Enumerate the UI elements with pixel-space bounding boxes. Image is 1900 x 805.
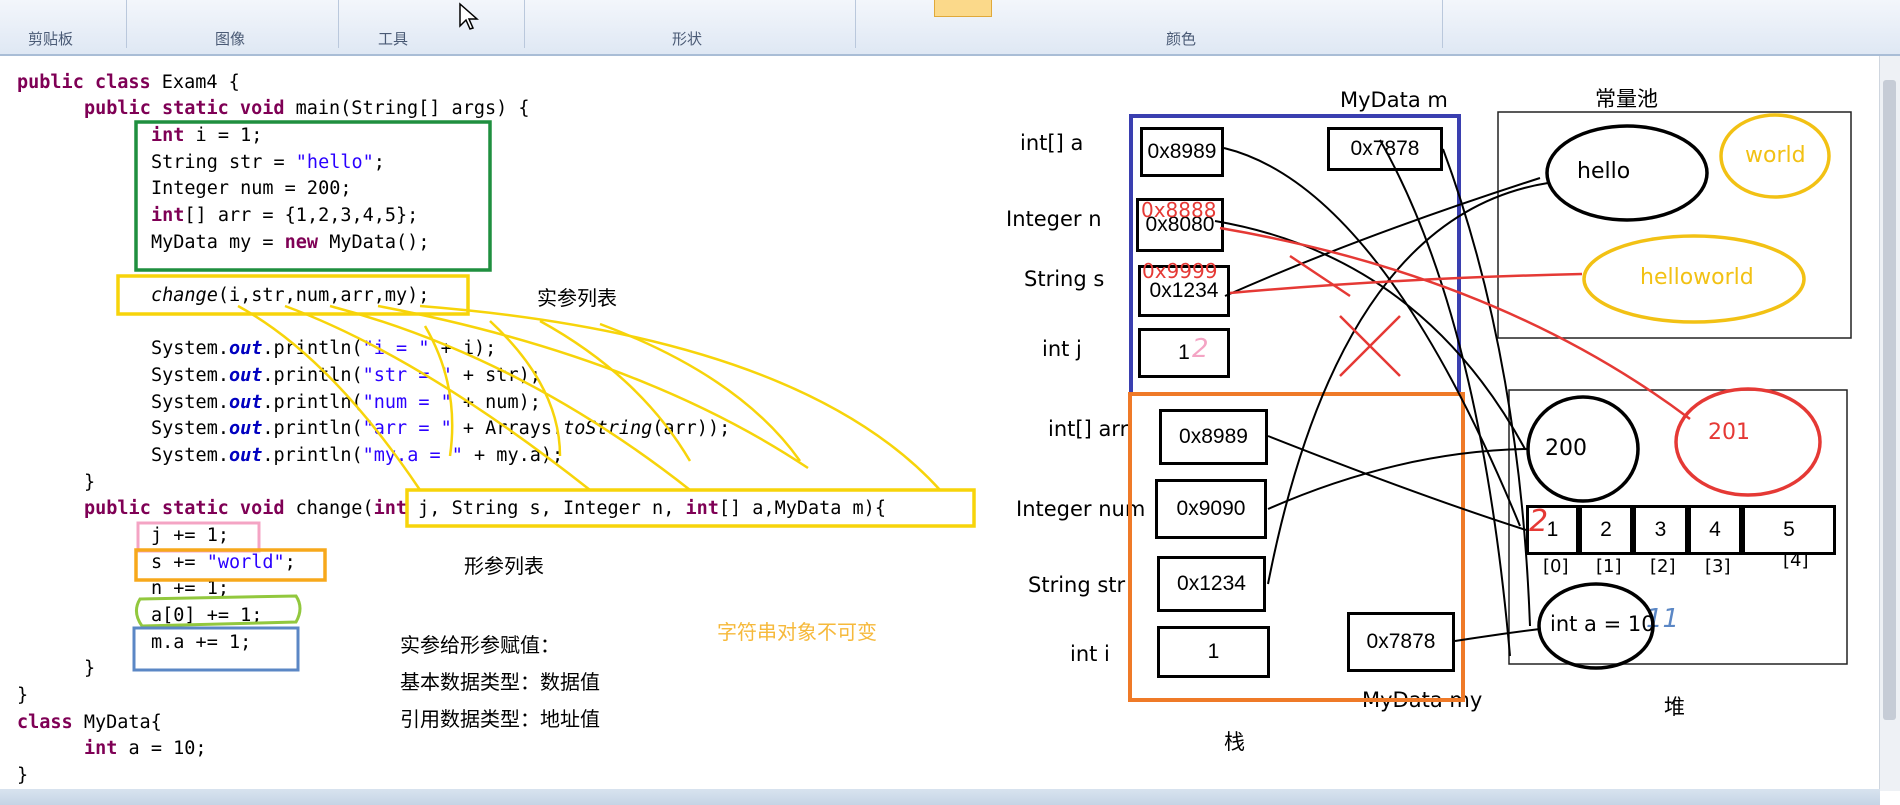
highlight-j-box (136, 521, 261, 553)
const-pool-box (1497, 111, 1852, 339)
paint-canvas[interactable]: public class Exam4 { public static void … (0, 56, 1880, 791)
hello-circle (1545, 124, 1709, 222)
main-frame-box (1128, 392, 1465, 702)
highlight-s-box (134, 548, 327, 582)
int201-circle (1674, 387, 1822, 497)
ribbon-toolbar: 剪贴板 图像 工具 形状 颜色 (0, 0, 1900, 56)
map-arrow-i (237, 304, 422, 491)
ribbon-group-clipboard[interactable]: 剪贴板 (28, 28, 73, 49)
ribbon-group-tools[interactable]: 工具 (378, 28, 408, 49)
world-circle (1719, 113, 1831, 199)
highlight-ma-box (132, 626, 300, 672)
ribbon-group-image[interactable]: 图像 (215, 28, 245, 49)
highlight-decl-box (134, 120, 492, 272)
scrollbar-thumb[interactable] (1883, 80, 1896, 720)
color1-button[interactable] (934, 0, 992, 17)
ribbon-group-colors[interactable]: 颜色 (1166, 28, 1196, 49)
horizontal-scrollbar[interactable] (0, 789, 1880, 805)
highlight-params-box (405, 488, 976, 528)
map-arrow-num (329, 304, 691, 491)
int200-circle (1526, 395, 1640, 503)
helloworld-circle (1582, 234, 1806, 324)
object-circle (1537, 582, 1655, 670)
highlight-a0-box (135, 594, 302, 628)
ribbon-group-shapes[interactable]: 形状 (672, 28, 702, 49)
map-arrow-arr (377, 304, 809, 470)
vertical-scrollbar[interactable] (1879, 56, 1900, 791)
mouse-cursor-icon (459, 2, 479, 30)
map-arrow-str (284, 304, 591, 491)
annotation-layer (116, 111, 1852, 702)
